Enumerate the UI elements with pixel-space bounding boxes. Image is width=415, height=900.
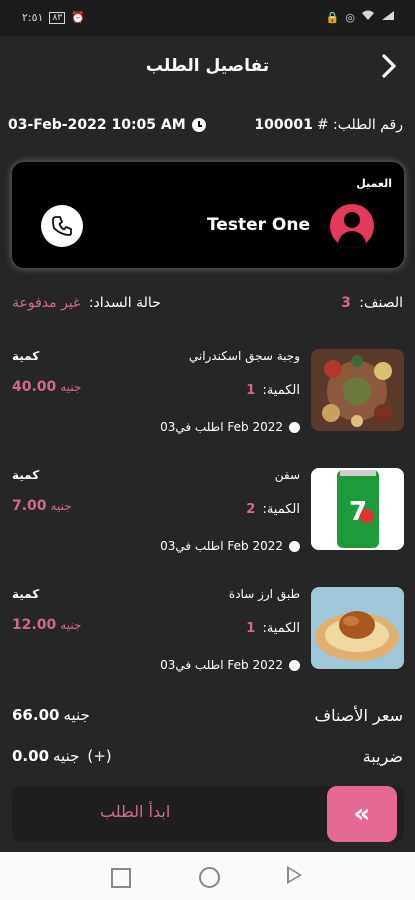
order-date-text: اطلب في03 Feb 2022 (160, 539, 283, 553)
item-name: سفن (274, 468, 300, 482)
item-order-date: اطلب في03 Feb 2022 (160, 420, 300, 434)
item-name: طبق ارز سادة (228, 587, 300, 601)
list-item: طبق ارز سادة الكمية: 1 اطلب في03 Feb 202… (0, 587, 415, 687)
price-value: 40.00 (12, 379, 57, 395)
customer-card: العميل Tester One (12, 162, 404, 268)
back-button[interactable] (377, 52, 401, 80)
order-number-value: 100001 (254, 117, 313, 133)
unit-label: كمية (12, 349, 40, 363)
quantity-value: 1 (246, 383, 256, 398)
clock-icon (191, 118, 206, 132)
signal-icon (381, 10, 395, 24)
items-total-value: 66.00 جنيه (12, 706, 90, 724)
item-order-date: اطلب في03 Feb 2022 (160, 539, 300, 553)
unit-label: كمية (12, 468, 40, 482)
list-item: 7 سفن الكمية: 2 اطلب في03 Feb 2022 كمية … (0, 468, 415, 568)
unit-label: كمية (12, 587, 40, 601)
currency: جنيه (53, 747, 80, 765)
dot-icon (289, 540, 300, 552)
food-platter-image (311, 349, 404, 431)
order-date: 03-Feb-2022 10:05 AM (8, 117, 206, 133)
chevron-right-icon (382, 54, 396, 78)
rice-chicken-image (311, 587, 404, 669)
order-number-label: رقم الطلب: # (316, 117, 403, 133)
wifi-icon (361, 10, 375, 24)
quantity-value: 2 (246, 502, 256, 517)
item-price: 40.00 جنيه (12, 379, 81, 395)
tax-label: ضريبة (362, 747, 403, 766)
order-date-text: اطلب في03 Feb 2022 (160, 658, 283, 672)
alarm-icon: ⏰ (71, 10, 85, 24)
system-nav-bar (0, 852, 415, 900)
order-datetime: 03-Feb-2022 10:05 AM (8, 117, 186, 133)
item-order-date: اطلب في03 Feb 2022 (160, 658, 300, 672)
payment-status-label: حالة السداد: (88, 295, 161, 311)
items-count-label: الصنف: (359, 295, 403, 311)
item-quantity: الكمية: 1 (246, 621, 300, 636)
order-date-text: اطلب في03 Feb 2022 (160, 420, 283, 434)
slide-handle-button[interactable]: « (327, 786, 397, 842)
item-quantity: الكمية: 2 (246, 502, 300, 517)
list-item: وجبة سجق اسكندراني الكمية: 1 اطلب في03 F… (0, 349, 415, 449)
dot-icon (289, 421, 300, 433)
items-count-value: 3 (341, 295, 351, 311)
user-icon (330, 204, 374, 248)
phone-icon (52, 216, 72, 236)
item-price: 7.00 جنيه (12, 498, 72, 514)
currency: جنيه (63, 706, 90, 724)
quantity-value: 1 (246, 621, 256, 636)
price-value: 7.00 (12, 498, 47, 514)
item-price: 12.00 جنيه (12, 617, 81, 633)
customer-label: العميل (356, 177, 392, 190)
price-value: 12.00 (12, 617, 57, 633)
order-number: رقم الطلب: # 100001 (254, 117, 403, 133)
quantity-label: الكمية: (262, 383, 300, 398)
call-button[interactable] (41, 205, 83, 247)
page-title: تفاصيل الطلب (145, 56, 270, 76)
status-bar: ٢:٥١ ٨٣ ⏰ 🔒 ◎ (0, 0, 415, 36)
slide-text: ابدأ الطلب (100, 802, 171, 821)
items-count: الصنف: 3 (341, 295, 403, 311)
quantity-label: الكمية: (262, 502, 300, 517)
soda-can-image: 7 (311, 468, 404, 550)
currency: جنيه (60, 380, 82, 394)
app-header: تفاصيل الطلب (0, 36, 415, 100)
nav-back-button[interactable] (287, 866, 302, 884)
item-name: وجبة سجق اسكندراني (188, 349, 300, 363)
recents-button[interactable] (111, 868, 131, 888)
payment-status-value: غير مدفوعة (12, 295, 81, 311)
tax-value: 0.00 جنيه (+) (12, 747, 112, 765)
payment-status: حالة السداد: غير مدفوعة (12, 295, 161, 311)
currency: جنيه (60, 618, 82, 632)
item-quantity: الكمية: 1 (246, 383, 300, 398)
total-amount: 66.00 (12, 706, 60, 724)
tax-amount: 0.00 (12, 747, 50, 765)
hotspot-icon: ◎ (345, 10, 355, 24)
dot-icon (289, 659, 300, 671)
quantity-label: الكمية: (262, 621, 300, 636)
currency: جنيه (50, 499, 72, 513)
items-total-label: سعر الأصناف (314, 706, 403, 725)
customer-name: Tester One (206, 215, 310, 235)
lock-icon: 🔒 (325, 10, 340, 24)
battery-icon: ٨٣ (49, 10, 66, 24)
home-button[interactable] (199, 867, 220, 888)
time-text: ٢:٥١ (22, 10, 44, 24)
order-meta: 03-Feb-2022 10:05 AM رقم الطلب: # 100001 (0, 117, 415, 137)
tax-sign: (+) (87, 747, 112, 765)
double-chevron-left-icon: « (353, 799, 371, 829)
